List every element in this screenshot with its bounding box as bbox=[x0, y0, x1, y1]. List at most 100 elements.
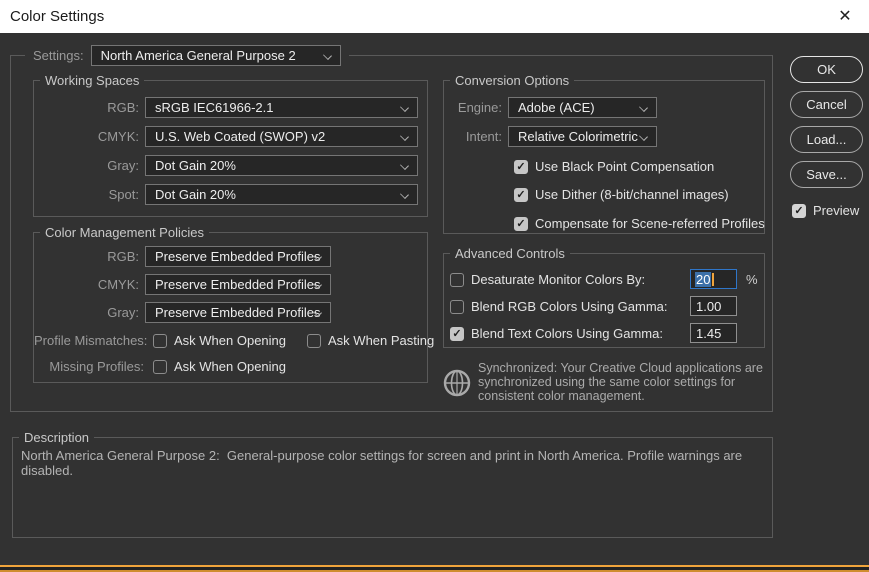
working-space-cmyk-row: CMYK: U.S. Web Coated (SWOP) v2 bbox=[34, 126, 424, 147]
desaturate-monitor-label: Desaturate Monitor Colors By: bbox=[471, 272, 646, 287]
blend-text-row: ✓ Blend Text Colors Using Gamma: bbox=[450, 326, 663, 341]
cmyk-label: CMYK: bbox=[97, 129, 139, 144]
advanced-controls-group: Advanced Controls Desaturate Monitor Col… bbox=[443, 245, 765, 348]
working-space-gray-row: Gray: Dot Gain 20% bbox=[34, 155, 424, 176]
close-icon[interactable]: ✕ bbox=[825, 0, 865, 32]
profile-mismatches-row: Profile Mismatches: Ask When Opening Ask… bbox=[34, 333, 434, 348]
blend-rgb-gamma-checkbox[interactable] bbox=[450, 299, 464, 314]
working-space-rgb-row: RGB: sRGB IEC61966-2.1 bbox=[34, 97, 424, 118]
rgb-working-space-value: sRGB IEC61966-2.1 bbox=[155, 100, 274, 115]
blend-rgb-gamma-input[interactable] bbox=[690, 296, 737, 316]
use-black-point-compensation-label: Use Black Point Compensation bbox=[535, 159, 715, 174]
gray-policy-value: Preserve Embedded Profiles bbox=[155, 305, 321, 320]
settings-dropdown-value: North America General Purpose 2 bbox=[100, 48, 296, 63]
settings-dropdown[interactable]: North America General Purpose 2 bbox=[90, 45, 341, 66]
intent-value: Relative Colorimetric bbox=[518, 129, 638, 144]
policy-rgb-row: RGB: Preserve Embedded Profiles bbox=[34, 246, 424, 267]
description-text: North America General Purpose 2: General… bbox=[21, 448, 746, 478]
engine-value: Adobe (ACE) bbox=[518, 100, 595, 115]
missing-profiles-row: Missing Profiles: Ask When Opening bbox=[34, 359, 426, 374]
preview-row: ✓ Preview bbox=[792, 203, 859, 218]
description-title: Description bbox=[19, 429, 95, 446]
title-bar: Color Settings ✕ bbox=[0, 0, 869, 33]
ask-when-opening-missing-label: Ask When Opening bbox=[174, 359, 287, 374]
desaturate-percent-input[interactable]: 20 bbox=[690, 269, 737, 289]
rgb-policy-dropdown[interactable]: Preserve Embedded Profiles bbox=[145, 246, 331, 267]
preview-label: Preview bbox=[813, 203, 860, 218]
advanced-controls-title: Advanced Controls bbox=[450, 245, 570, 262]
gray-working-space-dropdown[interactable]: Dot Gain 20% bbox=[145, 155, 418, 176]
policy-gray-row: Gray: Preserve Embedded Profiles bbox=[34, 302, 424, 323]
rgb-policy-value: Preserve Embedded Profiles bbox=[155, 249, 321, 264]
cmyk-policy-dropdown[interactable]: Preserve Embedded Profiles bbox=[145, 274, 331, 295]
compensate-scene-referred-label: Compensate for Scene-referred Profiles bbox=[535, 216, 765, 231]
profile-mismatches-label: Profile Mismatches: bbox=[34, 333, 148, 348]
rgb-working-space-dropdown[interactable]: sRGB IEC61966-2.1 bbox=[145, 97, 418, 118]
cmyk-working-space-dropdown[interactable]: U.S. Web Coated (SWOP) v2 bbox=[145, 126, 418, 147]
intent-dropdown[interactable]: Relative Colorimetric bbox=[508, 126, 657, 147]
working-spaces-group: Working Spaces RGB: sRGB IEC61966-2.1 CM… bbox=[33, 72, 428, 217]
compensate-scene-referred-checkbox[interactable]: ✓ bbox=[514, 216, 528, 231]
engine-dropdown[interactable]: Adobe (ACE) bbox=[508, 97, 657, 118]
spot-label: Spot: bbox=[108, 187, 139, 202]
chevron-down-icon bbox=[400, 132, 409, 141]
use-black-point-compensation-checkbox[interactable]: ✓ bbox=[514, 159, 528, 174]
percent-suffix: % bbox=[746, 272, 758, 287]
cancel-button[interactable]: Cancel bbox=[790, 91, 863, 118]
spot-working-space-value: Dot Gain 20% bbox=[155, 187, 236, 202]
ask-when-pasting-checkbox[interactable] bbox=[307, 333, 322, 348]
chevron-down-icon bbox=[400, 103, 409, 112]
conversion-options-title: Conversion Options bbox=[450, 72, 575, 89]
rgb-label: RGB: bbox=[107, 100, 139, 115]
chevron-down-icon bbox=[322, 51, 332, 60]
blend-rgb-row: Blend RGB Colors Using Gamma: bbox=[450, 299, 668, 314]
working-spaces-title: Working Spaces bbox=[40, 72, 145, 89]
missing-profiles-label: Missing Profiles: bbox=[49, 359, 144, 374]
desaturate-percent-value: 20 bbox=[695, 271, 712, 287]
ok-button[interactable]: OK bbox=[790, 56, 863, 83]
sync-message: Synchronized: Your Creative Cloud applic… bbox=[478, 361, 763, 403]
chevron-down-icon bbox=[400, 161, 409, 170]
spot-working-space-dropdown[interactable]: Dot Gain 20% bbox=[145, 184, 418, 205]
color-settings-dialog: Color Settings ✕ Settings: North America… bbox=[0, 0, 869, 572]
working-space-spot-row: Spot: Dot Gain 20% bbox=[34, 184, 424, 205]
description-group: Description North America General Purpos… bbox=[12, 429, 773, 538]
cmyk-working-space-value: U.S. Web Coated (SWOP) v2 bbox=[155, 129, 326, 144]
policy-gray-label: Gray: bbox=[107, 305, 139, 320]
load-button[interactable]: Load... bbox=[790, 126, 863, 153]
engine-row: Engine: Adobe (ACE) bbox=[444, 97, 762, 118]
blend-rgb-gamma-label: Blend RGB Colors Using Gamma: bbox=[471, 299, 668, 314]
policy-cmyk-label: CMYK: bbox=[97, 277, 139, 292]
blend-text-gamma-label: Blend Text Colors Using Gamma: bbox=[471, 326, 663, 341]
ask-when-opening-missing-checkbox[interactable] bbox=[153, 359, 167, 374]
ask-when-opening-mismatch-checkbox[interactable] bbox=[153, 333, 167, 348]
use-dither-checkbox[interactable]: ✓ bbox=[514, 187, 528, 202]
gray-policy-dropdown[interactable]: Preserve Embedded Profiles bbox=[145, 302, 331, 323]
gray-label: Gray: bbox=[107, 158, 139, 173]
blend-text-gamma-input[interactable] bbox=[690, 323, 737, 343]
color-management-policies-title: Color Management Policies bbox=[40, 224, 209, 241]
scene-referred-row: ✓ Compensate for Scene-referred Profiles bbox=[514, 216, 765, 231]
blend-text-gamma-checkbox[interactable]: ✓ bbox=[450, 326, 464, 341]
creative-cloud-sync-globe-icon bbox=[443, 369, 471, 397]
policy-rgb-label: RGB: bbox=[107, 249, 139, 264]
policy-cmyk-row: CMYK: Preserve Embedded Profiles bbox=[34, 274, 424, 295]
bottom-accent-stripe bbox=[0, 565, 869, 572]
dialog-body: Settings: North America General Purpose … bbox=[0, 33, 869, 572]
cmyk-policy-value: Preserve Embedded Profiles bbox=[155, 277, 321, 292]
text-caret bbox=[712, 272, 715, 286]
chevron-down-icon bbox=[639, 103, 648, 112]
gray-working-space-value: Dot Gain 20% bbox=[155, 158, 236, 173]
use-dither-row: ✓ Use Dither (8-bit/channel images) bbox=[514, 187, 729, 202]
preview-checkbox[interactable]: ✓ bbox=[792, 203, 806, 218]
desaturate-monitor-checkbox[interactable] bbox=[450, 272, 464, 287]
intent-row: Intent: Relative Colorimetric bbox=[444, 126, 762, 147]
engine-label: Engine: bbox=[457, 100, 502, 115]
ask-when-pasting-label: Ask When Pasting bbox=[328, 333, 435, 348]
color-management-policies-group: Color Management Policies RGB: Preserve … bbox=[33, 224, 434, 383]
save-button[interactable]: Save... bbox=[790, 161, 863, 188]
desaturate-row: Desaturate Monitor Colors By: bbox=[450, 272, 645, 287]
black-point-row: ✓ Use Black Point Compensation bbox=[514, 159, 714, 174]
dialog-title: Color Settings bbox=[10, 8, 105, 25]
conversion-options-group: Conversion Options Engine: Adobe (ACE) I… bbox=[443, 72, 765, 234]
